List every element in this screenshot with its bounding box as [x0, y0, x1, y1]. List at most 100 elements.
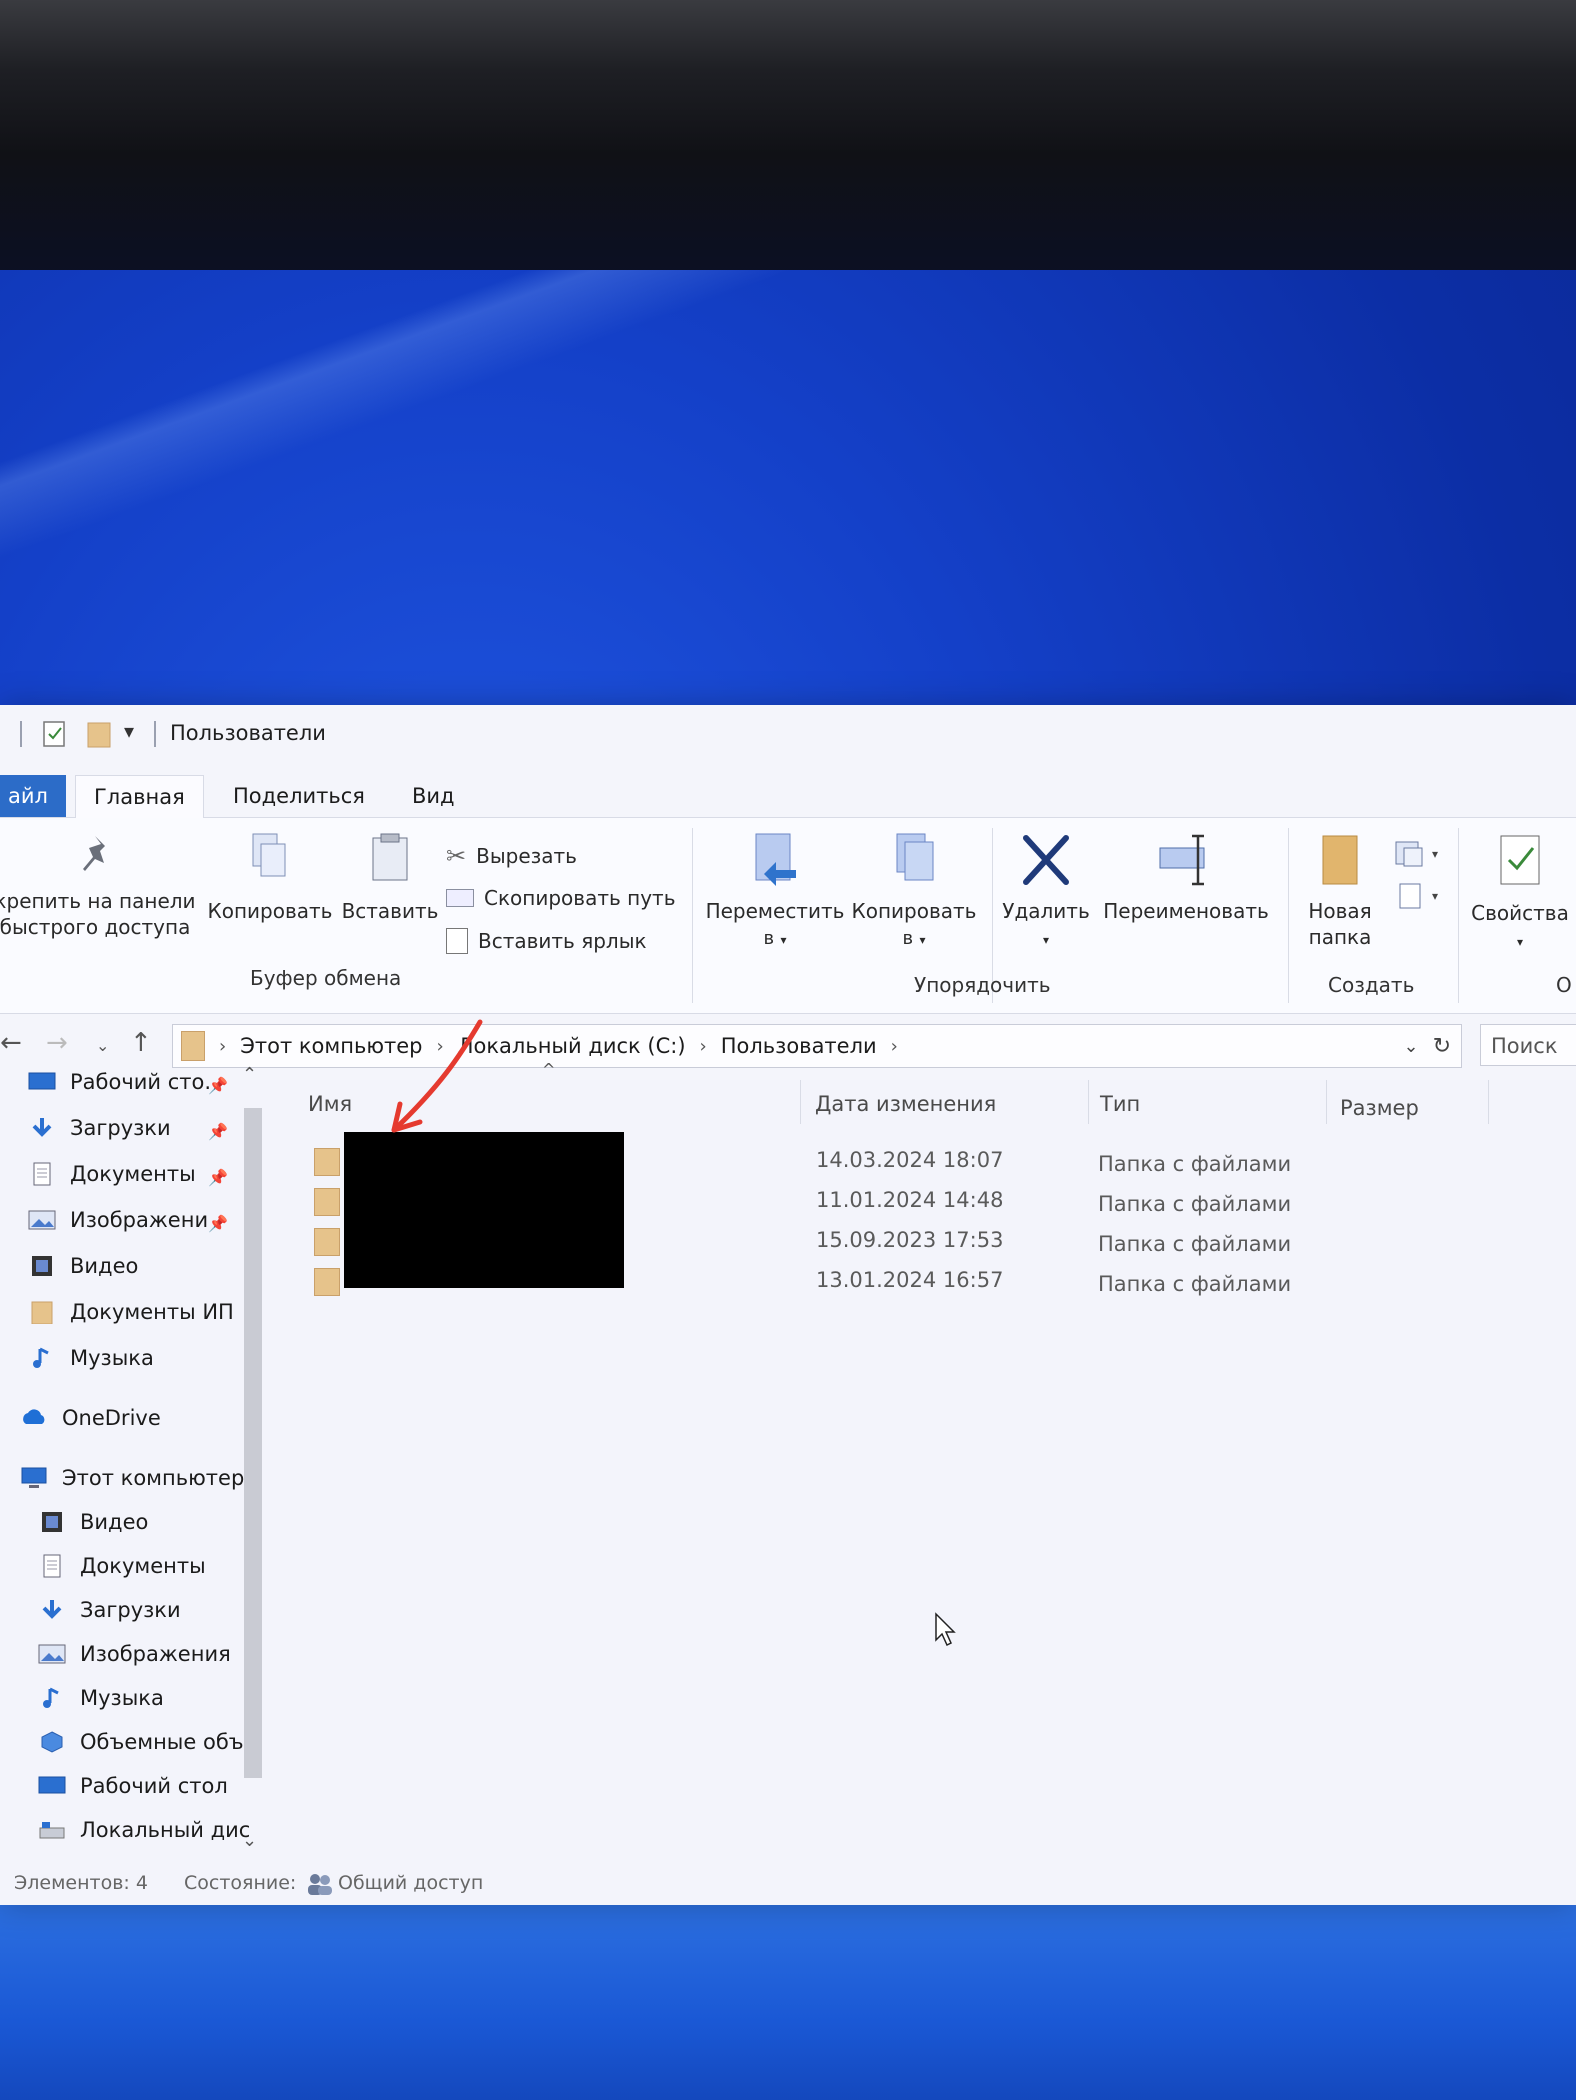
column-type[interactable]: Тип [1100, 1092, 1140, 1116]
nav-item-pc-documents[interactable]: Документы [38, 1554, 206, 1578]
new-folder-button[interactable]: Новая папка [1298, 830, 1382, 950]
easy-access-button[interactable]: ▾ [1392, 880, 1442, 912]
back-arrow-icon[interactable]: ← [0, 1028, 22, 1058]
breadcrumb-local-disk[interactable]: Локальный диск (C:) [458, 1034, 686, 1058]
nav-item-pc-downloads[interactable]: Загрузки [38, 1598, 181, 1622]
nav-item-videos[interactable]: Видео [28, 1254, 138, 1278]
scroll-thumb[interactable] [244, 1108, 262, 1778]
monitor-bezel [0, 0, 1576, 280]
music-icon [33, 1347, 49, 1368]
properties-label: Свойства [1471, 901, 1569, 925]
pin-quick-access-button[interactable]: крепить на панели быстрого доступа [0, 830, 200, 940]
folder-icon [314, 1268, 340, 1296]
window-title: Пользователи [170, 721, 326, 745]
svg-text:▾: ▾ [1432, 889, 1438, 903]
move-to-button[interactable]: Переместить в ▾ [700, 830, 850, 953]
status-bar: Элементов: 4 Состояние: Общий доступ [0, 1860, 1576, 1905]
column-divider[interactable] [1088, 1080, 1089, 1124]
address-dropdown-icon[interactable]: ⌄ [1403, 1036, 1418, 1057]
nav-item-label: Документы [80, 1554, 206, 1578]
rename-label: Переименовать [1103, 899, 1269, 923]
row-date: 13.01.2024 16:57 [816, 1268, 1004, 1292]
column-divider[interactable] [800, 1080, 801, 1124]
tab-view[interactable]: Вид [394, 775, 473, 817]
sort-ascending-icon: ^ [542, 1060, 556, 1079]
nav-item-onedrive[interactable]: OneDrive [20, 1406, 161, 1430]
nav-item-pc-pictures[interactable]: Изображения [38, 1642, 231, 1666]
nav-item-desktop[interactable]: Рабочий сто. [28, 1070, 211, 1094]
properties-quick-icon[interactable] [42, 719, 68, 749]
forward-arrow-icon[interactable]: → [46, 1028, 68, 1058]
paste-shortcut-button[interactable]: Вставить ярлык [446, 928, 647, 954]
nav-item-3d-objects[interactable]: Объемные объ [38, 1730, 244, 1754]
nav-item-downloads[interactable]: Загрузки [28, 1116, 171, 1140]
delete-x-icon [1023, 835, 1069, 885]
scroll-down-icon[interactable]: ⌄ [242, 1830, 257, 1851]
ribbon: крепить на панели быстрого доступа Копир… [0, 818, 1576, 1014]
tab-file[interactable]: айл [0, 775, 66, 817]
row-type: Папка с файлами [1098, 1272, 1292, 1296]
copy-to-button[interactable]: Копировать в ▾ [848, 830, 980, 953]
desktop-icon [38, 1776, 66, 1794]
nav-item-label: Музыка [80, 1686, 164, 1710]
copy-button[interactable]: Копировать [205, 830, 335, 924]
column-name[interactable]: Имя [308, 1092, 352, 1116]
breadcrumb-users[interactable]: Пользователи [721, 1034, 877, 1058]
nav-item-pc-music[interactable]: Музыка [38, 1686, 164, 1710]
column-divider[interactable] [1326, 1080, 1327, 1124]
copy-path-button[interactable]: Скопировать путь [446, 886, 675, 910]
organize-group-label: Упорядочить [914, 973, 1051, 997]
shared-users-icon [306, 1872, 334, 1901]
customize-quick-access-icon[interactable]: ▾ [124, 719, 134, 743]
paste-shortcut-label: Вставить ярлык [478, 929, 647, 953]
cut-button[interactable]: ✂ Вырезать [446, 842, 577, 870]
move-to-icon [755, 833, 796, 886]
tab-share[interactable]: Поделиться [215, 775, 383, 817]
refresh-icon[interactable]: ↻ [1433, 1034, 1451, 1059]
copy-path-label: Скопировать путь [484, 886, 676, 910]
copy-path-icon [446, 889, 474, 907]
music-icon [43, 1687, 59, 1708]
column-date[interactable]: Дата изменения [815, 1092, 996, 1116]
nav-item-label: Объемные объ [80, 1730, 244, 1754]
nav-item-pc-videos[interactable]: Видео [38, 1510, 148, 1534]
pin-icon[interactable]: 📌 [208, 1168, 228, 1187]
nav-item-music[interactable]: Музыка [28, 1346, 154, 1370]
column-divider[interactable] [1488, 1080, 1489, 1124]
clipboard-group-label: Буфер обмена [250, 966, 402, 990]
column-size[interactable]: Размер [1340, 1096, 1419, 1120]
pin-icon[interactable]: 📌 [208, 1214, 228, 1233]
up-arrow-icon[interactable]: ↑ [130, 1028, 152, 1058]
delete-button[interactable]: Удалить ▾ [996, 830, 1096, 953]
new-folder-quick-icon[interactable] [86, 719, 112, 749]
nav-item-documents[interactable]: Документы [28, 1162, 196, 1186]
tab-home[interactable]: Главная [75, 775, 204, 819]
nav-item-this-pc[interactable]: Этот компьютер [20, 1466, 244, 1490]
pin-icon[interactable]: 📌 [208, 1076, 228, 1095]
rename-button[interactable]: Переименовать [1096, 830, 1276, 924]
annotation-arrow-icon [391, 1019, 483, 1133]
new-item-button[interactable]: ▾ [1392, 838, 1442, 870]
download-icon [42, 1600, 62, 1619]
properties-button[interactable]: Свойства ▾ [1464, 830, 1576, 955]
paste-button[interactable]: Вставить [335, 830, 445, 924]
scroll-up-icon[interactable]: ⌃ [242, 1064, 257, 1085]
nav-scrollbar[interactable]: ⌃ ⌄ [238, 1060, 266, 1860]
recent-locations-icon[interactable]: ⌄ [96, 1036, 109, 1055]
download-icon [32, 1118, 52, 1137]
navigation-tree: Рабочий сто. 📌 Загрузки 📌 Документы 📌 Из… [0, 1060, 266, 1860]
nav-item-label: Рабочий сто. [70, 1070, 212, 1094]
folder-icon [31, 1301, 53, 1324]
folder-icon [181, 1031, 205, 1061]
nav-item-documents-ip[interactable]: Документы ИП [28, 1300, 234, 1324]
nav-item-pc-desktop[interactable]: Рабочий стол [38, 1774, 228, 1798]
delete-label: Удалить [1002, 899, 1090, 923]
copy-to-label-line2: в [902, 928, 914, 949]
nav-item-local-disk[interactable]: Локальный дис [38, 1818, 250, 1842]
svg-text:▾: ▾ [1432, 847, 1438, 861]
pin-icon[interactable]: 📌 [208, 1122, 228, 1141]
state-value: Общий доступ [338, 1872, 484, 1894]
nav-item-label: Загрузки [70, 1116, 171, 1140]
folder-icon [314, 1188, 340, 1216]
nav-item-pictures[interactable]: Изображени [28, 1208, 208, 1232]
